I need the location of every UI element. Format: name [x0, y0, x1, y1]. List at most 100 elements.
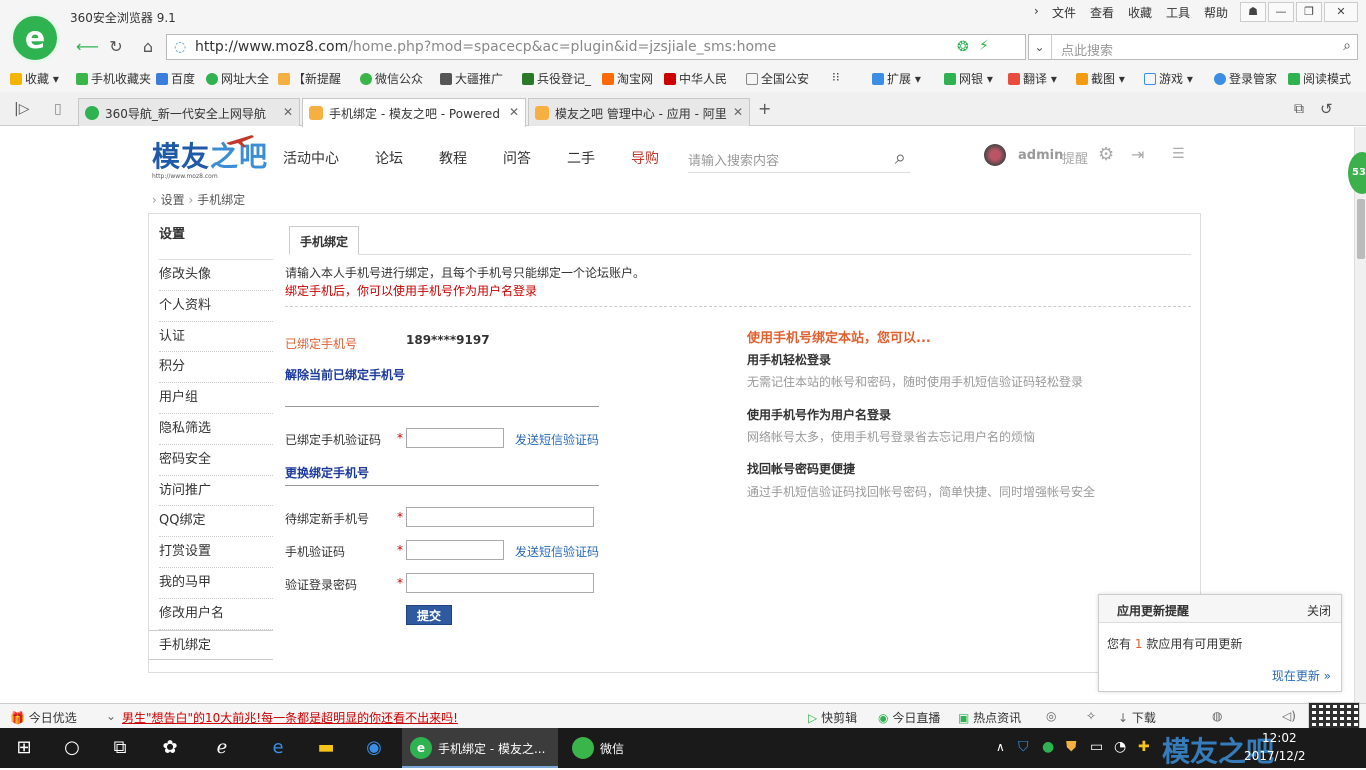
pin-icon[interactable]: ✧ — [1086, 709, 1096, 723]
tray-app-icon[interactable]: ✚ — [1138, 739, 1150, 755]
bookmark-wechat[interactable]: 微信公众 — [360, 70, 423, 87]
today-picks[interactable]: 🎁 今日优选 — [10, 709, 77, 726]
sidebar-item-profile[interactable]: 个人资料 — [159, 291, 273, 322]
bookmark-military[interactable]: 兵役登记_ — [522, 70, 591, 87]
sidebar-item-privacy[interactable]: 隐私筛选 — [159, 414, 273, 445]
tab-close-icon[interactable]: ✕ — [506, 105, 519, 119]
bookmark-gov[interactable]: 中华人民 — [664, 70, 727, 87]
menu-favorites[interactable]: 收藏 — [1128, 4, 1152, 21]
tray-battery-icon[interactable]: ▭ — [1090, 739, 1103, 755]
tool-reading-mode[interactable]: 阅读模式 — [1288, 70, 1351, 87]
code-input[interactable] — [406, 540, 504, 560]
sidebar-item-credits[interactable]: 积分 — [159, 352, 273, 384]
gear-icon[interactable]: ⚙ — [1098, 144, 1114, 165]
menu-arrow-icon[interactable]: › — [1034, 4, 1039, 18]
more-bookmarks-icon[interactable]: ⁝⁝ — [832, 70, 840, 84]
skin-icon[interactable]: ☗ — [1240, 2, 1266, 22]
close-button[interactable]: ✕ — [1324, 2, 1358, 22]
password-input[interactable] — [406, 573, 594, 593]
bookmark-hao[interactable]: 网址大全 — [206, 70, 269, 87]
menu-list-icon[interactable]: ☰ — [1172, 146, 1185, 162]
nav-activities[interactable]: 活动中心 — [283, 148, 339, 168]
status-quickcut[interactable]: ▷ 快剪辑 — [808, 709, 857, 726]
tray-shield-icon[interactable]: ⛉ — [1018, 739, 1029, 755]
task-view-icon[interactable]: ⧉ — [108, 736, 132, 760]
bookmark-mobile[interactable]: 手机收藏夹 — [76, 70, 151, 87]
new-tab-icon[interactable]: + — [758, 99, 771, 118]
tray-guard-icon[interactable]: ⛊ — [1066, 739, 1077, 755]
tab-close-icon[interactable]: ✕ — [283, 105, 293, 119]
sidebar-item-alias[interactable]: 我的马甲 — [159, 568, 273, 599]
qq-browser-icon[interactable]: ◉ — [362, 736, 386, 760]
windows-start-icon[interactable]: ⊞ — [12, 736, 36, 760]
status-download[interactable]: ↓ 下载 — [1118, 709, 1156, 726]
speed-icon[interactable]: ⚡ — [979, 38, 989, 54]
search-icon[interactable]: ⌕ — [895, 145, 906, 169]
bookmark-taobao[interactable]: 淘宝网 — [602, 70, 653, 87]
sidebar-item-promotion[interactable]: 访问推广 — [159, 476, 273, 507]
scrollbar-thumb[interactable] — [1357, 199, 1365, 259]
clean-icon[interactable]: ◍ — [1212, 709, 1222, 723]
chevron-down-icon[interactable]: ⌄ — [106, 709, 116, 723]
clock-time[interactable]: 12:02 — [1262, 731, 1297, 745]
menu-file[interactable]: 文件 — [1052, 4, 1076, 21]
edge-icon[interactable]: e — [266, 736, 290, 760]
breadcrumb-settings[interactable]: 设置 — [161, 193, 185, 207]
taskbar-wechat[interactable]: 微信 — [568, 728, 686, 768]
menu-help[interactable]: 帮助 — [1204, 4, 1228, 21]
sidebar-item-qq[interactable]: QQ绑定 — [159, 506, 273, 538]
tab-list-icon[interactable]: ⧉ — [1294, 101, 1304, 117]
logout-icon[interactable]: ⇥ — [1131, 145, 1144, 164]
status-live[interactable]: ◉ 今日直播 — [878, 709, 940, 726]
home-icon[interactable]: ⌂ — [138, 37, 158, 57]
mobile-icon[interactable]: ▯ — [54, 101, 62, 117]
breadcrumb-current[interactable]: 手机绑定 — [197, 193, 245, 207]
tool-login-manager[interactable]: 登录管家 — [1214, 70, 1277, 87]
tray-expand-icon[interactable]: ∧ — [996, 740, 1005, 754]
bookmark-reminder[interactable]: 【新提醒 — [278, 70, 341, 87]
speed-ball-badge[interactable]: 53 — [1348, 152, 1366, 194]
bookmark-dji[interactable]: 大疆推广 — [440, 70, 503, 87]
tab-phone-binding[interactable]: 手机绑定 - 模友之吧 - Powered ✕ — [302, 98, 526, 127]
nav-tutorials[interactable]: 教程 — [439, 148, 467, 168]
username-link[interactable]: admin — [1018, 148, 1063, 163]
refresh-icon[interactable]: ↻ — [106, 37, 126, 57]
maximize-button[interactable]: ❐ — [1296, 2, 1322, 22]
back-icon[interactable]: ⟵ — [76, 37, 99, 57]
sidebar-item-password[interactable]: 密码安全 — [159, 445, 273, 476]
search-engine-dropdown-icon[interactable]: ⌄ — [1028, 35, 1052, 59]
menu-view[interactable]: 查看 — [1090, 4, 1114, 21]
sidebar-item-avatar[interactable]: 修改头像 — [159, 260, 273, 291]
secure-icon[interactable]: ❂ — [957, 39, 969, 55]
news-ticker[interactable]: 男生"想告白"的10大前兆!每一条都是超明显的你还看不出来吗! — [122, 709, 458, 726]
send-code-link-1[interactable]: 发送短信验证码 — [515, 431, 599, 448]
url-field[interactable]: ◌ http://www.moz8.com/home.php?mod=space… — [166, 34, 1026, 60]
minimize-button[interactable]: — — [1268, 2, 1294, 22]
sidebar-item-phone[interactable]: 手机绑定 — [149, 629, 273, 661]
clock-date[interactable]: 2017/12/2 — [1244, 749, 1306, 763]
nav-shopping-guide[interactable]: 导购 — [631, 148, 659, 168]
page-scrollbar[interactable] — [1354, 127, 1366, 703]
bookmark-favorites[interactable]: 收藏 ▾ — [10, 70, 59, 87]
tool-bank[interactable]: 网银 ▾ — [944, 70, 993, 87]
tab-admin-center[interactable]: 模友之吧 管理中心 - 应用 - 阿里 ✕ — [528, 98, 750, 126]
tab-360nav[interactable]: 360导航_新一代安全上网导航 ✕ — [78, 98, 300, 126]
nav-qa[interactable]: 问答 — [503, 148, 531, 168]
bound-code-input[interactable] — [406, 428, 504, 448]
tool-translate[interactable]: 翻译 ▾ — [1008, 70, 1057, 87]
popup-close-link[interactable]: 关闭 — [1307, 602, 1331, 619]
tray-wifi-icon[interactable]: ◔ — [1114, 739, 1126, 755]
menu-tools[interactable]: 工具 — [1166, 4, 1190, 21]
sidebar-item-usergroup[interactable]: 用户组 — [159, 383, 273, 414]
sidebar-item-tip[interactable]: 打赏设置 — [159, 537, 273, 568]
submit-button[interactable]: 提交 — [406, 605, 452, 625]
sidebar-item-rename[interactable]: 修改用户名 — [159, 599, 273, 630]
tool-extensions[interactable]: 扩展 ▾ — [872, 70, 921, 87]
nav-secondhand[interactable]: 二手 — [567, 148, 595, 168]
send-code-link-2[interactable]: 发送短信验证码 — [515, 543, 599, 560]
new-phone-input[interactable] — [406, 507, 594, 527]
sidebar-item-verify[interactable]: 认证 — [159, 322, 273, 353]
folder-icon[interactable]: ▬ — [314, 736, 338, 760]
bookmark-baidu[interactable]: 百度 — [156, 70, 195, 87]
search-icon[interactable]: ⌕ — [1343, 38, 1351, 54]
